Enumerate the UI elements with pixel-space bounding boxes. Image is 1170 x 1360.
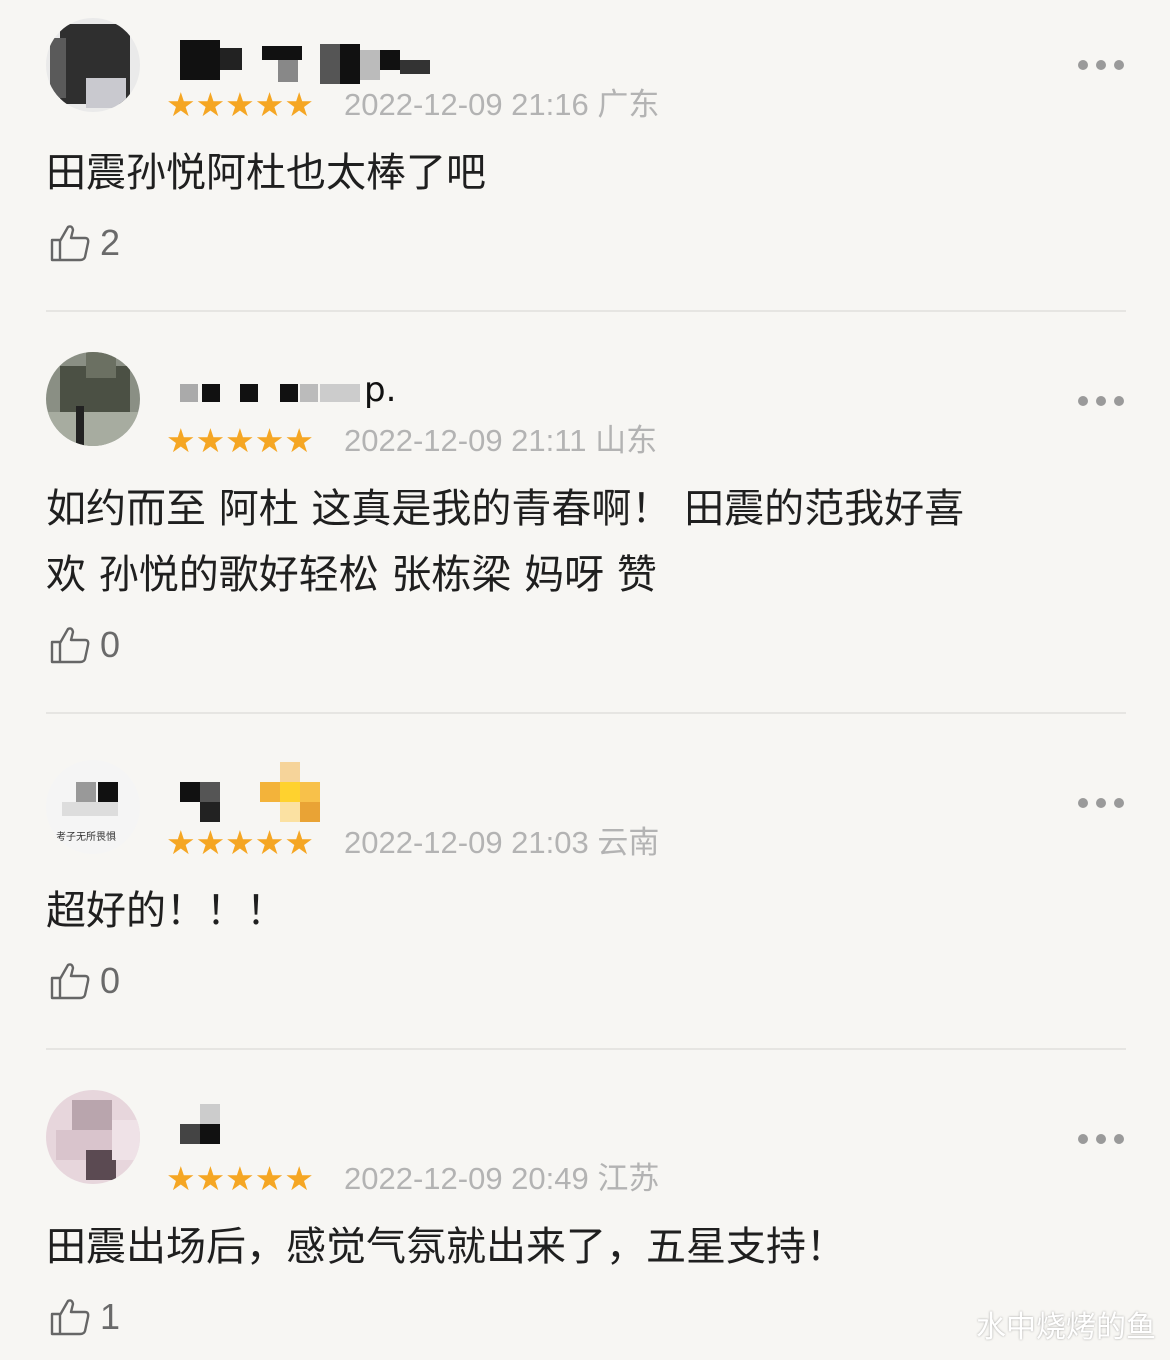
review-item: ★★★★★ 2022-12-09 20:49 江苏 田震出场后，感觉气氛就出来了…	[0, 0, 1170, 1360]
user-avatar[interactable]	[46, 1090, 140, 1184]
review-meta: 2022-12-09 20:49 江苏	[344, 1162, 659, 1196]
review-content: 田震出场后，感觉气氛就出来了，五星支持！	[46, 1224, 846, 1270]
watermark: 水中烧烤的鱼	[976, 1310, 1156, 1345]
like-button[interactable]: 1	[48, 1292, 120, 1342]
like-count: 1	[100, 1296, 121, 1337]
thumbs-up-icon	[50, 1299, 90, 1336]
review-region: 江苏	[597, 1161, 660, 1196]
more-dots-icon[interactable]	[1078, 1132, 1124, 1146]
rating-stars: ★★★★★	[166, 1159, 314, 1198]
review-date: 2022-12-09 20:49	[344, 1161, 589, 1196]
username-masked[interactable]	[180, 1104, 240, 1148]
